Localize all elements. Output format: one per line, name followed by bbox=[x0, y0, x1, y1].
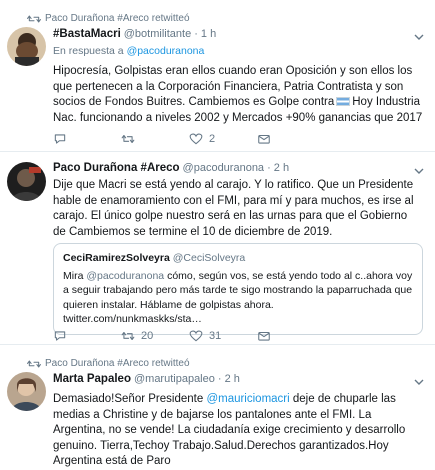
tweet-time[interactable]: · 2 h bbox=[267, 162, 289, 174]
like-count: 2 bbox=[209, 133, 216, 145]
chevron-down-icon[interactable] bbox=[414, 378, 424, 386]
author-handle[interactable]: @marutipapaleo bbox=[134, 373, 215, 385]
retweet-icon bbox=[27, 360, 41, 367]
retweet-context: Paco Durañona #Areco retwitteó bbox=[27, 358, 190, 369]
retweet-context-text: Paco Durañona #Areco retwitteó bbox=[45, 358, 190, 369]
author-name[interactable]: Marta Papaleo bbox=[53, 373, 131, 385]
reply-icon bbox=[54, 134, 66, 144]
retweet-context: Paco Durañona #Areco retwitteó bbox=[27, 13, 190, 24]
quoted-tweet-text: Mira @pacoduranona cómo, según vos, se e… bbox=[63, 269, 413, 327]
avatar[interactable] bbox=[7, 27, 46, 66]
quoted-author-handle: @CeciSolveyra bbox=[172, 252, 246, 264]
retweet-icon bbox=[27, 15, 41, 22]
mention-link[interactable]: @mauriciomacri bbox=[206, 393, 289, 405]
author-handle[interactable]: @pacoduranona bbox=[183, 162, 265, 174]
tweet-header: Marta Papaleo @marutipapaleo · 2 h bbox=[53, 373, 240, 385]
avatar[interactable] bbox=[7, 162, 46, 201]
author-handle[interactable]: @botmilitante bbox=[124, 28, 191, 40]
reply-handle-link[interactable]: @pacoduranona bbox=[127, 45, 205, 57]
direct-message-button[interactable] bbox=[257, 132, 325, 146]
retweet-context-text: Paco Durañona #Areco retwitteó bbox=[45, 13, 190, 24]
reply-icon bbox=[54, 331, 66, 341]
author-name[interactable]: Paco Durañona #Areco bbox=[53, 162, 180, 174]
envelope-icon bbox=[258, 134, 270, 144]
reply-prefix: En respuesta a bbox=[53, 45, 124, 57]
avatar-image bbox=[7, 27, 46, 66]
tweet-text: Hipocresía, Golpistas eran ellos cuando … bbox=[53, 64, 423, 126]
quoted-tweet[interactable]: CeciRamirezSolveyra @CeciSolveyra Mira @… bbox=[53, 243, 423, 335]
retweet-icon bbox=[121, 331, 135, 341]
argentina-flag-icon bbox=[336, 97, 351, 107]
quoted-mention: @pacoduranona bbox=[86, 269, 165, 282]
chevron-down-icon[interactable] bbox=[414, 33, 424, 41]
tweet-actions: 2 bbox=[53, 132, 325, 146]
timeline-feed: Paco Durañona #Areco retwitteó #BastaMac… bbox=[0, 0, 435, 470]
tweet-text-part: Demasiado!Señor Presidente bbox=[53, 393, 204, 405]
tweet-text: Demasiado!Señor Presidente @mauriciomacr… bbox=[53, 392, 423, 470]
avatar-image bbox=[7, 372, 46, 411]
tweet[interactable]: Paco Durañona #Areco retwitteó Marta Pap… bbox=[0, 345, 435, 470]
like-count: 31 bbox=[209, 330, 222, 342]
reply-context: En respuesta a @pacoduranona bbox=[53, 45, 204, 57]
retweet-button[interactable]: 20 bbox=[121, 329, 189, 343]
author-name[interactable]: #BastaMacri bbox=[53, 28, 121, 40]
tweet-header: Paco Durañona #Areco @pacoduranona · 2 h bbox=[53, 162, 289, 174]
avatar-image bbox=[7, 162, 46, 201]
avatar[interactable] bbox=[7, 372, 46, 411]
reply-button[interactable] bbox=[53, 329, 121, 343]
quoted-author-name: CeciRamirezSolveyra bbox=[63, 252, 170, 264]
retweet-button[interactable] bbox=[121, 132, 189, 146]
retweet-count: 20 bbox=[141, 330, 154, 342]
heart-icon bbox=[189, 133, 203, 145]
tweet-time[interactable]: · 2 h bbox=[218, 373, 240, 385]
quoted-text-part: Mira bbox=[63, 269, 84, 282]
tweet-header: #BastaMacri @botmilitante · 1 h bbox=[53, 28, 216, 40]
tweet[interactable]: Paco Durañona #Areco @pacoduranona · 2 h… bbox=[0, 152, 435, 345]
heart-icon bbox=[189, 330, 203, 342]
direct-message-button[interactable] bbox=[257, 329, 325, 343]
chevron-down-icon[interactable] bbox=[414, 167, 424, 175]
like-button[interactable]: 2 bbox=[189, 132, 257, 146]
tweet-time[interactable]: · 1 h bbox=[194, 28, 216, 40]
retweet-icon bbox=[121, 134, 135, 144]
tweet-actions: 20 31 bbox=[53, 329, 325, 343]
envelope-icon bbox=[258, 331, 270, 341]
quoted-tweet-header: CeciRamirezSolveyra @CeciSolveyra bbox=[63, 251, 413, 266]
reply-button[interactable] bbox=[53, 132, 121, 146]
tweet-text: Dije que Macri se está yendo al carajo. … bbox=[53, 179, 414, 238]
like-button[interactable]: 31 bbox=[189, 329, 257, 343]
tweet[interactable]: Paco Durañona #Areco retwitteó #BastaMac… bbox=[0, 0, 435, 152]
